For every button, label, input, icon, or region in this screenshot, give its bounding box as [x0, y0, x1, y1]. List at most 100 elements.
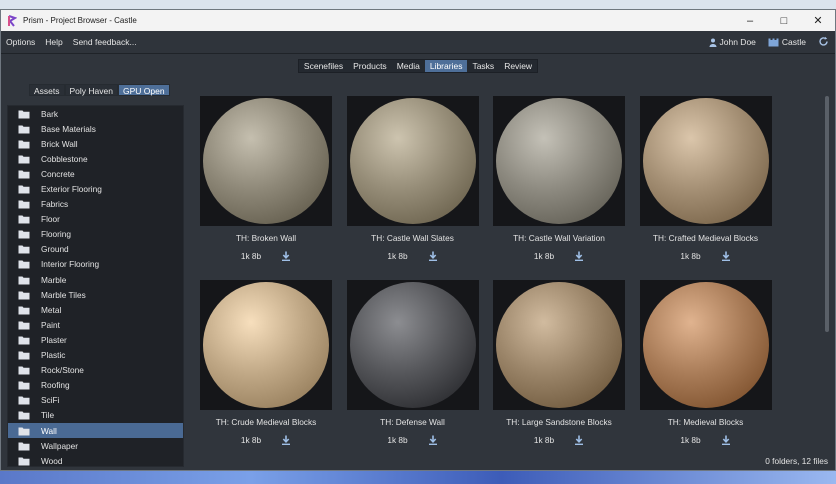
download-icon[interactable] — [721, 435, 731, 445]
material-card[interactable]: TH: Medieval Blocks 1k 8b — [639, 280, 772, 445]
menu-options[interactable]: Options — [1, 37, 40, 47]
category-item[interactable]: SciFi — [8, 393, 183, 408]
category-item[interactable]: Roofing — [8, 378, 183, 393]
menu-bar: Options Help Send feedback... John Doe C… — [1, 31, 835, 53]
material-preview-sphere — [496, 282, 622, 408]
category-item[interactable]: Cobblestone — [8, 151, 183, 166]
category-item[interactable]: Rock/Stone — [8, 363, 183, 378]
material-name: TH: Large Sandstone Blocks — [506, 417, 612, 427]
category-item[interactable]: Plastic — [8, 348, 183, 363]
tab-scenefiles[interactable]: Scenefiles — [299, 60, 348, 72]
category-item[interactable]: Wallpaper — [8, 438, 183, 453]
category-label: Exterior Flooring — [41, 184, 102, 195]
menu-help[interactable]: Help — [40, 37, 67, 47]
material-thumbnail[interactable] — [493, 280, 625, 410]
material-card[interactable]: TH: Crafted Medieval Blocks 1k 8b — [639, 96, 772, 261]
download-icon[interactable] — [281, 435, 291, 445]
folder-icon — [18, 426, 32, 436]
maximize-icon[interactable]: □ — [767, 10, 801, 31]
material-name: TH: Castle Wall Slates — [371, 233, 454, 243]
material-preview-sphere — [642, 282, 769, 408]
material-name: TH: Crafted Medieval Blocks — [652, 233, 759, 243]
subtab-poly-haven[interactable]: Poly Haven — [64, 84, 118, 96]
folder-icon — [18, 275, 32, 285]
category-label: Interior Flooring — [41, 259, 100, 270]
tab-review[interactable]: Review — [499, 60, 537, 72]
desktop-background — [0, 470, 836, 484]
subtab-assets[interactable]: Assets — [29, 84, 65, 96]
category-item[interactable]: Floor — [8, 212, 183, 227]
material-card[interactable]: TH: Castle Wall Slates 1k 8b — [346, 96, 479, 261]
folder-icon — [18, 259, 32, 269]
category-item[interactable]: Tile — [8, 408, 183, 423]
material-card[interactable]: TH: Defense Wall 1k 8b — [346, 280, 479, 445]
category-label: Brick Wall — [41, 138, 78, 149]
material-thumbnail[interactable] — [200, 96, 332, 226]
folder-icon — [18, 214, 32, 224]
category-label: Plaster — [41, 334, 67, 345]
category-label: Paint — [41, 319, 60, 330]
category-item[interactable]: Marble Tiles — [8, 287, 183, 302]
category-item[interactable]: Marble — [8, 272, 183, 287]
category-item[interactable]: Metal — [8, 302, 183, 317]
project-button[interactable]: Castle — [768, 37, 806, 47]
category-item[interactable]: Plaster — [8, 332, 183, 347]
category-item[interactable]: Fabrics — [8, 197, 183, 212]
user-button[interactable]: John Doe — [709, 37, 756, 47]
category-label: Rock/Stone — [41, 365, 84, 376]
subtab-gpu-open[interactable]: GPU Open — [117, 84, 170, 96]
material-name: TH: Castle Wall Variation — [513, 233, 605, 243]
category-label: Ground — [41, 244, 69, 255]
material-card[interactable]: TH: Broken Wall 1k 8b — [200, 96, 332, 261]
category-item[interactable]: Flooring — [8, 227, 183, 242]
category-item[interactable]: Wood — [8, 453, 183, 468]
category-item[interactable]: Paint — [8, 317, 183, 332]
refresh-icon[interactable] — [818, 36, 829, 49]
download-icon[interactable] — [721, 251, 731, 261]
category-item[interactable]: Exterior Flooring — [8, 181, 183, 196]
material-resolution: 1k 8b — [387, 435, 408, 445]
category-label: Wood — [41, 455, 63, 466]
menu-send-feedback[interactable]: Send feedback... — [68, 37, 142, 47]
material-thumbnail[interactable] — [493, 96, 625, 226]
material-thumbnail[interactable] — [346, 96, 479, 226]
material-card[interactable]: TH: Large Sandstone Blocks 1k 8b — [493, 280, 625, 445]
tab-tasks[interactable]: Tasks — [467, 60, 499, 72]
category-item[interactable]: Interior Flooring — [8, 257, 183, 272]
minimize-icon[interactable]: – — [733, 10, 767, 31]
status-text: 0 folders, 12 files — [765, 456, 828, 466]
tab-products[interactable]: Products — [348, 60, 392, 72]
download-icon[interactable] — [574, 251, 584, 261]
category-item[interactable]: Wall — [8, 422, 183, 439]
tab-media[interactable]: Media — [392, 60, 425, 72]
material-card[interactable]: TH: Castle Wall Variation 1k 8b — [493, 96, 625, 261]
material-thumbnail[interactable] — [639, 96, 772, 226]
category-item[interactable]: Concrete — [8, 166, 183, 181]
material-thumbnail[interactable] — [346, 280, 479, 410]
material-meta: 1k 8b — [200, 251, 332, 261]
folder-icon — [18, 169, 32, 179]
download-icon[interactable] — [574, 435, 584, 445]
category-label: Wallpaper — [41, 440, 79, 451]
download-icon[interactable] — [281, 251, 291, 261]
download-icon[interactable] — [428, 435, 438, 445]
category-item[interactable]: Base Materials — [8, 121, 183, 136]
download-icon[interactable] — [428, 251, 438, 261]
close-icon[interactable]: ✕ — [801, 10, 835, 31]
material-card[interactable]: TH: Crude Medieval Blocks 1k 8b — [200, 280, 332, 445]
material-name: TH: Crude Medieval Blocks — [215, 417, 317, 427]
tab-libraries[interactable]: Libraries — [424, 60, 468, 72]
material-thumbnail[interactable] — [200, 280, 332, 410]
grid-scrollbar[interactable] — [825, 96, 829, 332]
category-item[interactable]: Ground — [8, 242, 183, 257]
category-item[interactable]: Bark — [8, 106, 183, 121]
category-item[interactable]: Brick Wall — [8, 136, 183, 151]
menu-divider — [1, 53, 835, 54]
user-name: John Doe — [719, 37, 756, 47]
user-icon — [709, 38, 717, 47]
material-meta: 1k 8b — [493, 435, 625, 445]
material-resolution: 1k 8b — [680, 435, 701, 445]
material-meta: 1k 8b — [347, 435, 479, 445]
material-thumbnail[interactable] — [639, 280, 772, 410]
category-label: Marble Tiles — [41, 289, 86, 300]
